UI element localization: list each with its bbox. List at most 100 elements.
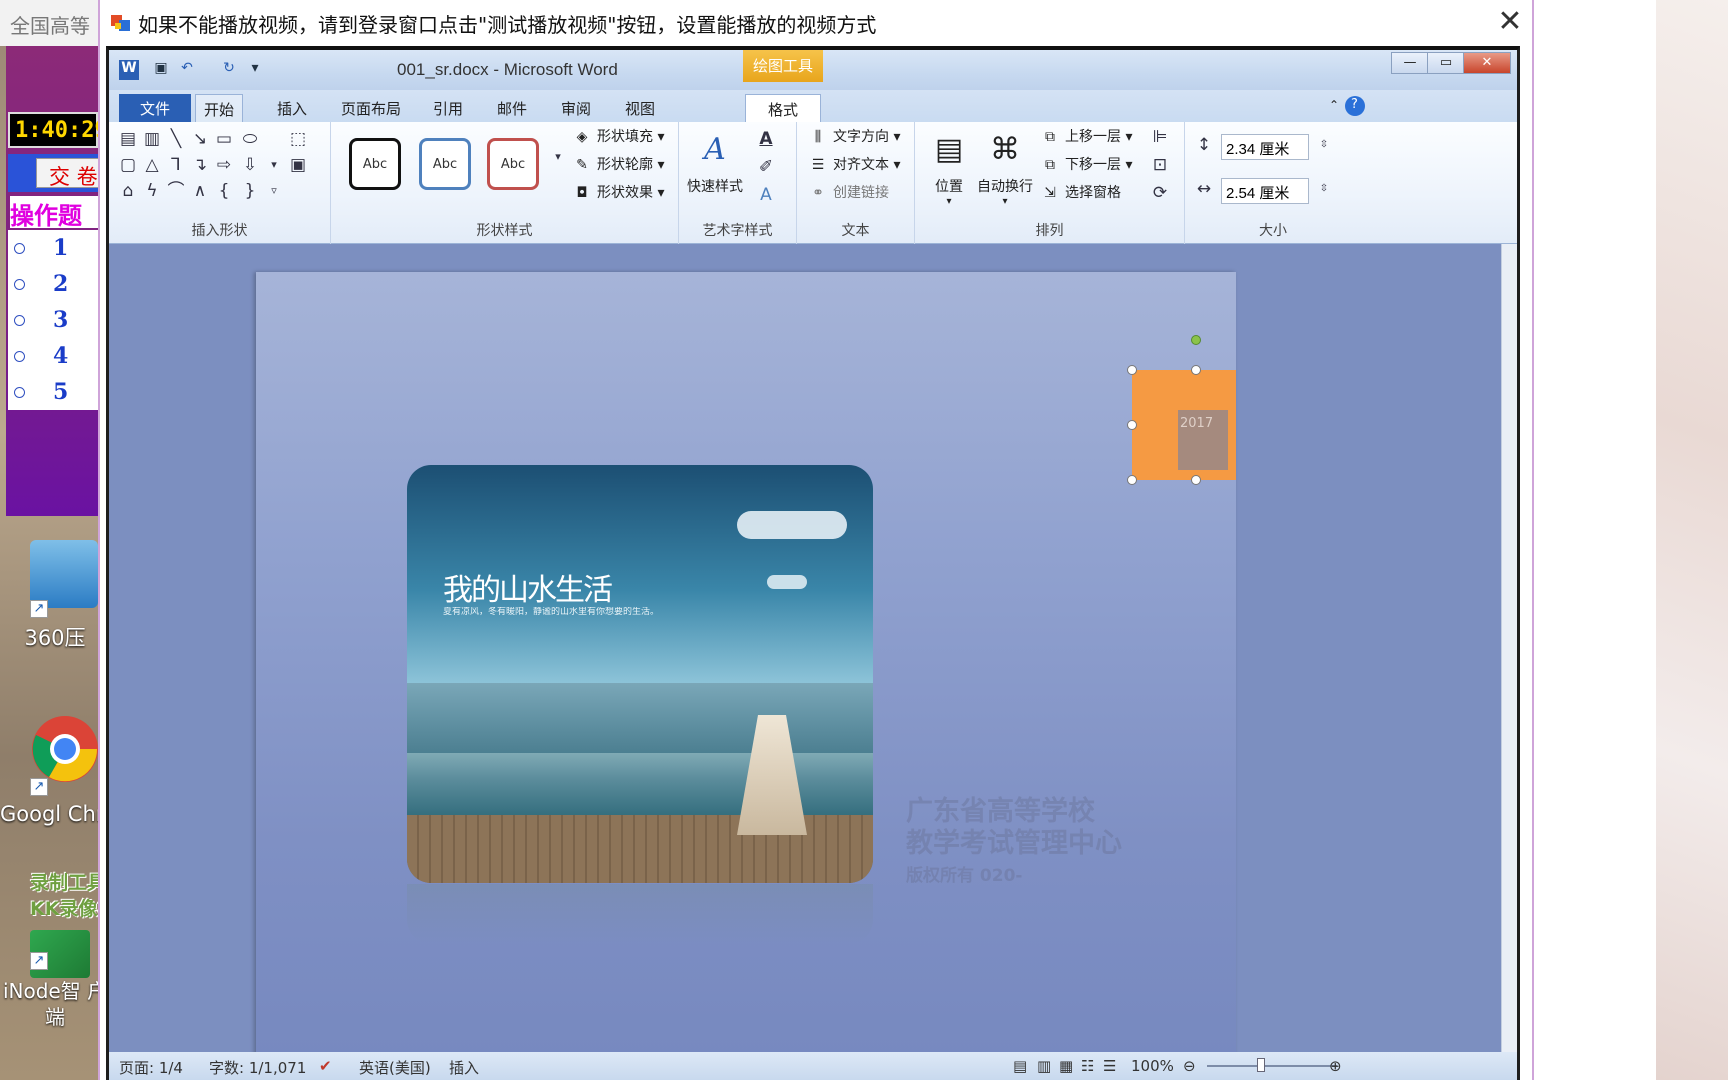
text-fill-icon[interactable]: A [755,128,777,150]
word-count[interactable]: 字数: 1/1,071 [209,1057,306,1078]
help-icon[interactable]: ? [1345,96,1365,116]
vertical-scrollbar[interactable] [1501,244,1517,1052]
style-gallery-scroll-icon[interactable]: ▾ [547,146,569,168]
gallery-more-icon[interactable]: ▿ [263,180,285,202]
elbow-arrow-icon[interactable]: ↴ [189,154,211,176]
text-effects-icon[interactable]: A [755,184,777,206]
desktop-icon-label[interactable]: iNode智 户端 [0,978,110,1030]
ribbon-collapse-icon[interactable]: ⌃ [1321,94,1347,122]
height-spinner-icon[interactable]: ⇳ [1313,134,1335,156]
desktop-icon-label[interactable]: Googl Chrom [0,800,110,828]
landscape-photo[interactable]: 我的山水生活 夏有凉风，冬有暖阳，静谧的山水里有你想要的生活。 [407,465,873,883]
tab-view[interactable]: 视图 [617,94,663,122]
language[interactable]: 英语(美国) [359,1057,431,1078]
align-icon[interactable]: ⊫ [1149,126,1171,148]
word-app-icon[interactable]: W [119,60,139,80]
shape-effects-button[interactable]: ◘ 形状效果 ▾ [573,182,664,206]
chrome-icon[interactable] [30,714,100,784]
zoom-in-icon[interactable]: ⊕ [1329,1057,1342,1075]
tab-references[interactable]: 引用 [425,94,471,122]
textbox-icon[interactable]: ▤ [117,128,139,150]
right-arrow-icon[interactable]: ⇨ [213,154,235,176]
tab-format[interactable]: 格式 [745,94,821,122]
align-text-button[interactable]: ☰ 对齐文本 ▾ [809,154,901,178]
tab-file[interactable]: 文件 [119,94,191,122]
resize-handle[interactable] [1127,475,1137,485]
edit-shape-icon[interactable]: ⬚ [287,128,309,150]
quick-styles-button[interactable]: A 快速样式 [683,128,747,218]
tab-page-layout[interactable]: 页面布局 [333,94,409,122]
shape-style-blue[interactable]: Abc [419,138,471,190]
archive-icon[interactable] [30,540,98,608]
triangle-icon[interactable]: △ [141,154,163,176]
zoom-slider-thumb[interactable] [1257,1058,1265,1072]
selection-pane-button[interactable]: ⇲ 选择窗格 [1041,182,1121,206]
question-item-4[interactable]: 4 [8,338,98,374]
question-item-1[interactable]: 1 [8,230,98,266]
create-link-button[interactable]: ⚭ 创建链接 [809,182,889,206]
draw-textbox-icon[interactable]: ▣ [287,154,309,176]
elbow-connector-icon[interactable]: ⅂ [165,154,187,176]
question-item-5[interactable]: 5 [8,374,98,410]
print-layout-icon[interactable]: ▤ [1013,1057,1027,1075]
gallery-scroll-icon[interactable]: ▾ [263,154,285,176]
tab-review[interactable]: 审阅 [553,94,599,122]
draft-icon[interactable]: ☰ [1103,1057,1116,1075]
word-close-button[interactable]: ✕ [1463,52,1511,74]
down-arrow-icon[interactable]: ⇩ [239,154,261,176]
arc-icon[interactable]: ⌒ [165,180,187,202]
group-objects-icon[interactable]: ⊡ [1149,154,1171,176]
page-count[interactable]: 页面: 1/4 [119,1057,183,1078]
shape-outline-button[interactable]: ✎ 形状轮廓 ▾ [573,154,664,178]
bring-forward-button[interactable]: ⧉ 上移一层 ▾ [1041,126,1132,150]
save-icon[interactable]: ▣ [151,60,171,80]
tab-home[interactable]: 开始 [195,94,244,122]
text-outline-icon[interactable]: ✐ [755,156,777,178]
undo-icon[interactable]: ↶ [177,60,197,80]
oval-icon[interactable]: ⬭ [239,128,261,150]
send-backward-button[interactable]: ⧉ 下移一层 ▾ [1041,154,1132,178]
insert-mode[interactable]: 插入 [449,1057,479,1078]
curve-icon[interactable]: ∧ [189,180,211,202]
web-layout-icon[interactable]: ▦ [1059,1057,1073,1075]
rectangle-icon[interactable]: ▭ [213,128,235,150]
resize-handle[interactable] [1127,420,1137,430]
tab-insert[interactable]: 插入 [269,94,315,122]
width-spinner-icon[interactable]: ⇳ [1313,178,1335,200]
minimize-button[interactable]: — [1391,52,1429,74]
maximize-button[interactable]: ▭ [1427,52,1465,74]
proofing-icon[interactable]: ✔ [319,1057,332,1075]
rounded-rect-icon[interactable]: ▢ [117,154,139,176]
position-button[interactable]: ▤ 位置 ▾ [917,128,981,218]
shape-style-red[interactable]: Abc [487,138,539,190]
full-screen-icon[interactable]: ▥ [1037,1057,1051,1075]
document-page[interactable]: 我的山水生活 夏有凉风，冬有暖阳，静谧的山水里有你想要的生活。 广东省高等学校 … [256,272,1236,1080]
resize-handle[interactable] [1127,365,1137,375]
line-icon[interactable]: ╲ [165,128,187,150]
resize-handle[interactable] [1191,365,1201,375]
shape-style-black[interactable]: Abc [349,138,401,190]
left-brace-icon[interactable]: { [213,180,235,202]
vertical-textbox-icon[interactable]: ▥ [141,128,163,150]
tab-mailings[interactable]: 邮件 [489,94,535,122]
orange-shape-selected[interactable]: 2017 [1132,370,1236,480]
zoom-level[interactable]: 100% [1131,1057,1174,1075]
outline-icon[interactable]: ☷ [1081,1057,1094,1075]
zoom-out-icon[interactable]: ⊖ [1183,1057,1196,1075]
wrap-text-button[interactable]: ⌘ 自动换行 ▾ [973,128,1037,218]
scribble-icon[interactable]: ϟ [141,180,163,202]
rotate-icon[interactable]: ⟳ [1149,182,1171,204]
text-direction-button[interactable]: ⫼ 文字方向 ▾ [809,126,901,150]
desktop-icon-label[interactable]: 360压 [0,624,110,652]
player-close-button[interactable]: ✕ [1492,4,1528,40]
shape-height-input[interactable] [1221,134,1309,160]
freeform-icon[interactable]: ⌂ [117,180,139,202]
shape-fill-button[interactable]: ◈ 形状填充 ▾ [573,126,665,150]
shape-textbox[interactable]: 2017 [1178,410,1228,470]
submit-exam-button[interactable]: 交 卷 [36,158,106,188]
shape-width-input[interactable] [1221,178,1309,204]
zoom-slider[interactable] [1207,1065,1337,1067]
question-item-3[interactable]: 3 [8,302,98,338]
redo-icon[interactable]: ↻ [219,60,239,80]
rotation-handle[interactable] [1191,335,1201,345]
